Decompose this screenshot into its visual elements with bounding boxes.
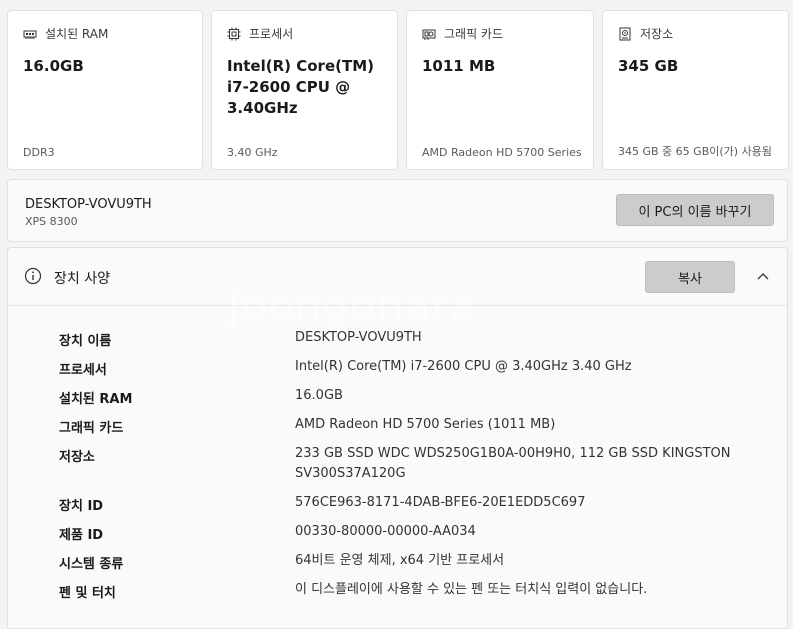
spec-value: 이 디스플레이에 사용할 수 있는 펜 또는 터치식 입력이 없습니다. <box>295 582 648 597</box>
ram-card: 설치된 RAM 16.0GB DDR3 <box>7 10 203 170</box>
spec-label: 장치 이름 <box>59 334 112 349</box>
gpu-card-value: 1011 MB <box>422 57 496 75</box>
ram-card-value: 16.0GB <box>23 57 84 75</box>
storage-card: 저장소 345 GB 345 GB 중 65 GB이(가) 사용됨 <box>602 10 789 170</box>
ram-card-sub: DDR3 <box>23 146 55 159</box>
spec-value: AMD Radeon HD 5700 Series (1011 MB) <box>295 417 556 432</box>
gpu-card-label: 그래픽 카드 <box>444 27 504 41</box>
spec-label: 펜 및 터치 <box>59 586 116 601</box>
gpu-card: 그래픽 카드 1011 MB AMD Radeon HD 5700 Series <box>406 10 594 170</box>
spec-label: 그래픽 카드 <box>59 421 124 436</box>
processor-card-label: 프로세서 <box>249 27 294 41</box>
processor-card-sub: 3.40 GHz <box>227 146 278 159</box>
storage-card-sub: 345 GB 중 65 GB이(가) 사용됨 <box>618 145 772 158</box>
processor-card: 프로세서 Intel(R) Core(TM) i7-2600 CPU @ 3.4… <box>211 10 398 170</box>
spec-label: 시스템 종류 <box>59 557 124 572</box>
rename-pc-button[interactable]: 이 PC의 이름 바꾸기 <box>616 194 774 226</box>
device-specs-header[interactable]: 장치 사양 복사 <box>8 248 787 306</box>
chevron-up-icon[interactable] <box>756 269 770 283</box>
spec-label: 저장소 <box>59 450 95 465</box>
spec-value: DESKTOP-VOVU9TH <box>295 330 422 345</box>
ram-card-header: 설치된 RAM <box>23 25 187 42</box>
storage-card-header: 저장소 <box>618 25 773 42</box>
spec-value: 64비트 운영 체제, x64 기반 프로세서 <box>295 553 505 568</box>
memory-icon <box>23 30 37 39</box>
spec-label: 프로세서 <box>59 363 107 378</box>
spec-label: 제품 ID <box>59 528 104 543</box>
storage-icon <box>619 27 631 40</box>
device-name-bar: DESKTOP-VOVU9TH XPS 8300 이 PC의 이름 바꾸기 <box>7 179 788 242</box>
gpu-card-header: 그래픽 카드 <box>422 25 578 42</box>
gpu-card-sub: AMD Radeon HD 5700 Series <box>422 146 582 159</box>
device-model: XPS 8300 <box>25 215 78 228</box>
spec-value: 576CE963-8171-4DAB-BFE6-20E1EDD5C697 <box>295 495 586 510</box>
copy-button[interactable]: 복사 <box>645 261 735 293</box>
storage-card-value: 345 GB <box>618 57 679 75</box>
gpu-icon <box>422 29 436 40</box>
info-icon <box>24 267 42 285</box>
processor-card-value: Intel(R) Core(TM) i7-2600 CPU @ 3.40GHz <box>227 57 374 117</box>
storage-card-label: 저장소 <box>640 27 674 41</box>
device-specs-title: 장치 사양 <box>54 271 110 287</box>
spec-value: 00330-80000-00000-AA034 <box>295 524 476 539</box>
spec-value: Intel(R) Core(TM) i7-2600 CPU @ 3.40GHz … <box>295 359 632 374</box>
ram-card-label: 설치된 RAM <box>45 27 109 41</box>
spec-label: 장치 ID <box>59 499 104 514</box>
spec-label: 설치된 RAM <box>59 392 133 407</box>
processor-card-header: 프로세서 <box>227 25 382 42</box>
spec-value: 16.0GB <box>295 388 343 403</box>
spec-value: 233 GB SSD WDC WDS250G1B0A-00H9H0, 112 G… <box>295 446 731 481</box>
device-specs-panel: 장치 사양 복사 Joongonara 장치 이름 DESKTOP-VOVU9T… <box>7 247 788 629</box>
device-name: DESKTOP-VOVU9TH <box>25 197 152 212</box>
cpu-icon <box>227 27 241 40</box>
